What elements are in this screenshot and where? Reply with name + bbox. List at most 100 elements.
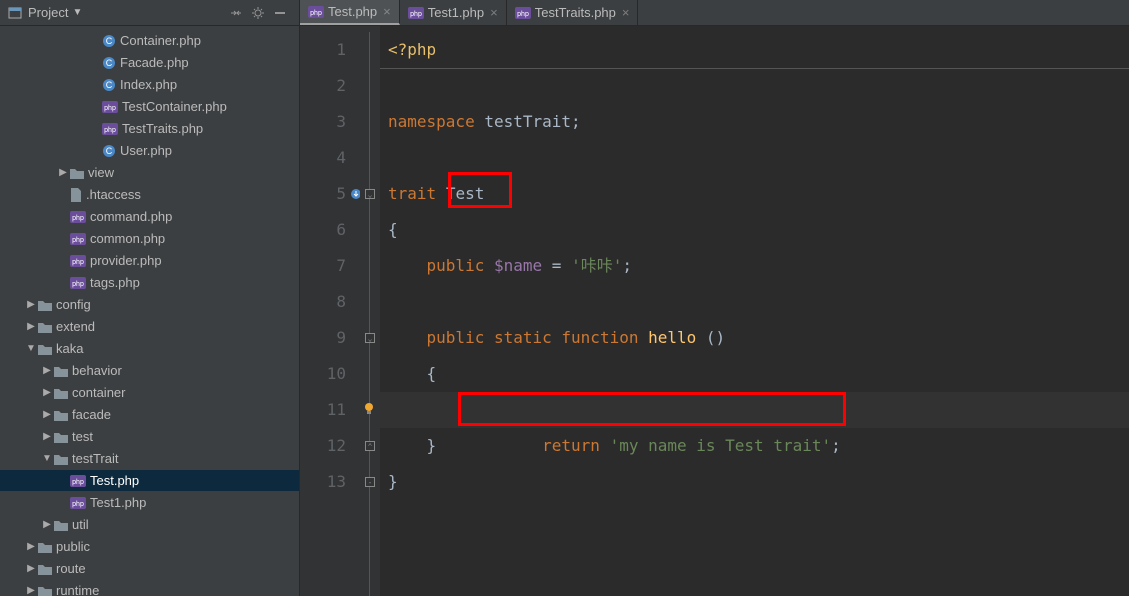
line-number[interactable]: 3: [300, 104, 360, 140]
tree-chevron-icon[interactable]: ▶: [40, 519, 54, 530]
line-number[interactable]: 7: [300, 248, 360, 284]
tree-item[interactable]: CIndex.php: [0, 74, 299, 95]
tab-label: TestTraits.php: [535, 5, 616, 20]
tree-item[interactable]: ▶container: [0, 382, 299, 403]
tree-item[interactable]: CContainer.php: [0, 30, 299, 51]
tree-chevron-icon[interactable]: ▶: [24, 585, 38, 596]
code-line-12[interactable]: }: [380, 428, 1129, 464]
fold-slot[interactable]: [360, 68, 380, 104]
tree-item[interactable]: ▶runtime: [0, 580, 299, 596]
tree-chevron-icon[interactable]: ▼: [24, 343, 38, 354]
line-number[interactable]: 13: [300, 464, 360, 500]
code-line-7[interactable]: public $name = '咔咔';: [380, 248, 1129, 284]
tree-item[interactable]: ▶extend: [0, 316, 299, 337]
code-line-11[interactable]: return 'my name is Test trait';: [380, 392, 1129, 428]
tree-item[interactable]: .htaccess: [0, 184, 299, 205]
code-line-2[interactable]: [380, 68, 1129, 104]
editor[interactable]: 12345678910111213 ⌄⌄⌃- <?php namespace t…: [300, 26, 1129, 596]
fold-slot[interactable]: [360, 32, 380, 68]
tree-item[interactable]: phpcommand.php: [0, 206, 299, 227]
svg-text:php: php: [72, 259, 84, 266]
line-number[interactable]: 1: [300, 32, 360, 68]
tree-chevron-icon[interactable]: ▶: [24, 541, 38, 552]
fold-toggle-icon[interactable]: -: [365, 477, 375, 487]
line-number[interactable]: 6: [300, 212, 360, 248]
code-line-10[interactable]: {: [380, 356, 1129, 392]
code-line-5[interactable]: trait Test: [380, 176, 1129, 212]
settings-gear-icon[interactable]: [251, 6, 265, 20]
tree-chevron-icon[interactable]: ▶: [56, 167, 70, 178]
tree-chevron-icon[interactable]: ▶: [24, 321, 38, 332]
tree-item[interactable]: ▶util: [0, 514, 299, 535]
fold-toggle-icon[interactable]: ⌃: [365, 441, 375, 451]
fold-slot[interactable]: [360, 284, 380, 320]
line-number[interactable]: 10: [300, 356, 360, 392]
tree-item[interactable]: ▼testTrait: [0, 448, 299, 469]
code-line-1[interactable]: <?php: [380, 32, 1129, 68]
project-tree-sidebar[interactable]: CContainer.phpCFacade.phpCIndex.phpphpTe…: [0, 26, 300, 596]
fold-toggle-icon[interactable]: ⌄: [365, 333, 375, 343]
tree-item[interactable]: phpTest1.php: [0, 492, 299, 513]
tree-item[interactable]: CFacade.php: [0, 52, 299, 73]
tree-item[interactable]: ▼kaka: [0, 338, 299, 359]
tree-label: .htaccess: [86, 187, 141, 202]
code-line-9[interactable]: public static function hello (): [380, 320, 1129, 356]
tree-item[interactable]: ▶route: [0, 558, 299, 579]
fold-toggle-icon[interactable]: ⌄: [365, 189, 375, 199]
editor-tab[interactable]: phpTestTraits.php×: [507, 0, 639, 25]
fold-slot[interactable]: ⌄: [360, 320, 380, 356]
tree-item[interactable]: ▶facade: [0, 404, 299, 425]
fold-slot[interactable]: ⌄: [360, 176, 380, 212]
tree-chevron-icon[interactable]: ▶: [40, 431, 54, 442]
tree-item[interactable]: phpTest.php: [0, 470, 299, 491]
fold-slot[interactable]: -: [360, 464, 380, 500]
tree-chevron-icon[interactable]: ▶: [24, 299, 38, 310]
line-number[interactable]: 2: [300, 68, 360, 104]
line-number[interactable]: 8: [300, 284, 360, 320]
line-number[interactable]: 9: [300, 320, 360, 356]
fold-slot[interactable]: [360, 356, 380, 392]
fold-slot[interactable]: ⌃: [360, 428, 380, 464]
tree-chevron-icon[interactable]: ▼: [40, 453, 54, 464]
tree-item[interactable]: phpTestTraits.php: [0, 118, 299, 139]
fold-slot[interactable]: [360, 248, 380, 284]
line-number[interactable]: 4: [300, 140, 360, 176]
tab-close-icon[interactable]: ×: [622, 5, 630, 20]
intention-bulb-icon[interactable]: [362, 402, 376, 416]
line-number[interactable]: 5: [300, 176, 360, 212]
project-dropdown-icon[interactable]: ▼: [72, 7, 82, 18]
code-line-8[interactable]: [380, 284, 1129, 320]
code-line-6[interactable]: {: [380, 212, 1129, 248]
tab-close-icon[interactable]: ×: [383, 4, 391, 19]
tree-item[interactable]: phpprovider.php: [0, 250, 299, 271]
tree-item[interactable]: phpcommon.php: [0, 228, 299, 249]
line-number[interactable]: 12: [300, 428, 360, 464]
tree-chevron-icon[interactable]: ▶: [40, 365, 54, 376]
tree-item[interactable]: ▶config: [0, 294, 299, 315]
tree-chevron-icon[interactable]: ▶: [24, 563, 38, 574]
hide-panel-icon[interactable]: [273, 6, 287, 20]
fold-slot[interactable]: [360, 212, 380, 248]
fold-slot[interactable]: [360, 104, 380, 140]
scroll-from-source-icon[interactable]: [229, 6, 243, 20]
tree-item[interactable]: ▶behavior: [0, 360, 299, 381]
tab-close-icon[interactable]: ×: [490, 5, 498, 20]
fold-gutter[interactable]: ⌄ ⌄ ⌃ -: [360, 26, 380, 596]
code-line-13[interactable]: }: [380, 464, 1129, 500]
tree-item[interactable]: ▶public: [0, 536, 299, 557]
fold-slot[interactable]: [360, 140, 380, 176]
editor-tab[interactable]: phpTest.php×: [300, 0, 400, 25]
tree-chevron-icon[interactable]: ▶: [40, 387, 54, 398]
project-tool-header[interactable]: Project ▼: [0, 0, 300, 25]
tree-item[interactable]: phptags.php: [0, 272, 299, 293]
tree-item[interactable]: phpTestContainer.php: [0, 96, 299, 117]
code-line-4[interactable]: [380, 140, 1129, 176]
tree-item[interactable]: ▶view: [0, 162, 299, 183]
editor-tab[interactable]: phpTest1.php×: [400, 0, 507, 25]
code-line-3[interactable]: namespace testTrait;: [380, 104, 1129, 140]
code-area[interactable]: <?php namespace testTrait; trait Test { …: [380, 26, 1129, 596]
tree-item[interactable]: ▶test: [0, 426, 299, 447]
tree-chevron-icon[interactable]: ▶: [40, 409, 54, 420]
line-number[interactable]: 11: [300, 392, 360, 428]
tree-item[interactable]: CUser.php: [0, 140, 299, 161]
